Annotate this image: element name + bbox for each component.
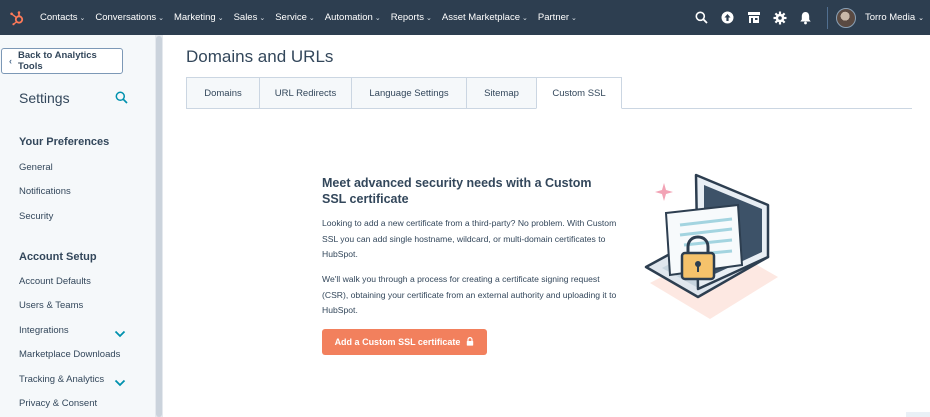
tab-label: Language Settings <box>369 87 449 99</box>
nav-label: Reports <box>390 12 424 23</box>
custom-ssl-description: Looking to add a new certificate from a … <box>322 218 617 259</box>
search-icon[interactable] <box>115 91 128 109</box>
corner-tab <box>906 412 930 417</box>
sidebar-scrollbar-thumb[interactable] <box>156 36 162 417</box>
settings-icon[interactable] <box>767 0 793 35</box>
sidebar-item-notifications[interactable]: Notifications <box>19 186 71 197</box>
nav-item-reports[interactable]: Reports ⌄ <box>391 12 432 23</box>
hubspot-logo-icon[interactable] <box>0 0 34 35</box>
chevron-down-icon: ⌄ <box>158 14 164 22</box>
cta-label: Add a Custom SSL certificate <box>334 337 461 347</box>
avatar[interactable] <box>835 7 856 28</box>
chevron-down-icon: ⌄ <box>918 14 924 22</box>
marketplace-icon[interactable] <box>741 0 767 35</box>
page-title: Domains and URLs <box>186 47 334 66</box>
chevron-down-icon[interactable] <box>114 374 126 392</box>
tab-label: Custom SSL <box>552 87 606 99</box>
account-name: Torro Media <box>864 12 916 23</box>
nav-label: Conversations <box>95 12 157 23</box>
tab-language-settings[interactable]: Language Settings <box>351 77 466 109</box>
sidebar-item-marketplace-downloads[interactable]: Marketplace Downloads <box>19 349 120 360</box>
upgrade-icon[interactable] <box>715 0 741 35</box>
section-heading-your-preferences: Your Preferences <box>19 136 110 148</box>
chevron-left-icon: ‹ <box>9 56 12 66</box>
search-icon[interactable] <box>689 0 715 35</box>
chevron-down-icon: ⌄ <box>522 14 528 22</box>
tab-custom-ssl[interactable]: Custom SSL <box>536 77 622 109</box>
chevron-down-icon: ⌄ <box>425 14 432 22</box>
nav-item-sales[interactable]: Sales ⌄ <box>234 12 266 23</box>
tab-bar: Domains URL Redirects Language Settings … <box>186 77 622 109</box>
chevron-down-icon: ⌄ <box>308 14 315 22</box>
custom-ssl-heading: Meet advanced security needs with a Cust… <box>322 176 592 206</box>
nav-label: Contacts <box>40 12 78 23</box>
notifications-icon[interactable] <box>793 0 819 35</box>
tab-label: URL Redirects <box>274 87 337 99</box>
chevron-down-icon: ⌄ <box>571 14 577 22</box>
nav-label: Asset Marketplace <box>441 12 521 23</box>
tab-domains[interactable]: Domains <box>186 77 259 109</box>
nav-item-service[interactable]: Service ⌄ <box>275 12 315 23</box>
tab-label: Domains <box>204 87 242 99</box>
nav-divider <box>826 6 828 29</box>
chevron-down-icon: ⌄ <box>374 14 381 22</box>
nav-item-asset-marketplace[interactable]: Asset Marketplace ⌄ <box>442 12 528 23</box>
sidebar-item-security[interactable]: Security <box>19 211 53 222</box>
sidebar-item-integrations[interactable]: Integrations <box>19 325 69 336</box>
laptop-security-illustration <box>640 165 780 330</box>
nav-label: Sales <box>233 12 258 23</box>
nav-item-marketing[interactable]: Marketing ⌄ <box>174 12 224 23</box>
nav-item-conversations[interactable]: Conversations ⌄ <box>95 12 164 23</box>
nav-item-partner[interactable]: Partner ⌄ <box>538 12 577 23</box>
chevron-down-icon: ⌄ <box>79 14 86 22</box>
section-heading-account-setup: Account Setup <box>19 251 97 263</box>
tab-bar-divider <box>622 108 912 109</box>
account-menu[interactable]: Torro Media ⌄ <box>865 12 924 23</box>
back-button-label: Back to Analytics Tools <box>18 50 97 72</box>
custom-ssl-process-description: We'll walk you through a process for cre… <box>322 274 617 315</box>
lock-icon <box>466 336 474 348</box>
nav-item-automation[interactable]: Automation ⌄ <box>325 12 381 23</box>
tab-label: Sitemap <box>484 87 519 99</box>
sidebar-item-users-teams[interactable]: Users & Teams <box>19 300 83 311</box>
tab-url-redirects[interactable]: URL Redirects <box>259 77 351 109</box>
back-to-analytics-tools-button[interactable]: ‹ Back to Analytics Tools <box>1 48 123 74</box>
chevron-down-icon: ⌄ <box>217 14 224 22</box>
chevron-down-icon[interactable] <box>114 325 126 343</box>
nav-item-contacts[interactable]: Contacts ⌄ <box>40 12 85 23</box>
sidebar-item-tracking-analytics[interactable]: Tracking & Analytics <box>19 374 104 385</box>
sidebar-title: Settings <box>19 90 70 106</box>
chevron-down-icon: ⌄ <box>259 14 266 22</box>
sidebar-item-privacy-consent[interactable]: Privacy & Consent <box>19 398 97 409</box>
top-navigation-bar: Contacts ⌄ Conversations ⌄ Marketing ⌄ Sale… <box>0 0 930 35</box>
tab-sitemap[interactable]: Sitemap <box>466 77 536 109</box>
sidebar-item-account-defaults[interactable]: Account Defaults <box>19 276 91 287</box>
nav-label: Automation <box>324 12 373 23</box>
add-custom-ssl-certificate-button[interactable]: Add a Custom SSL certificate <box>322 329 487 355</box>
nav-label: Partner <box>537 12 570 23</box>
sidebar-item-general[interactable]: General <box>19 162 53 173</box>
nav-label: Service <box>275 12 307 23</box>
nav-label: Marketing <box>173 12 216 23</box>
